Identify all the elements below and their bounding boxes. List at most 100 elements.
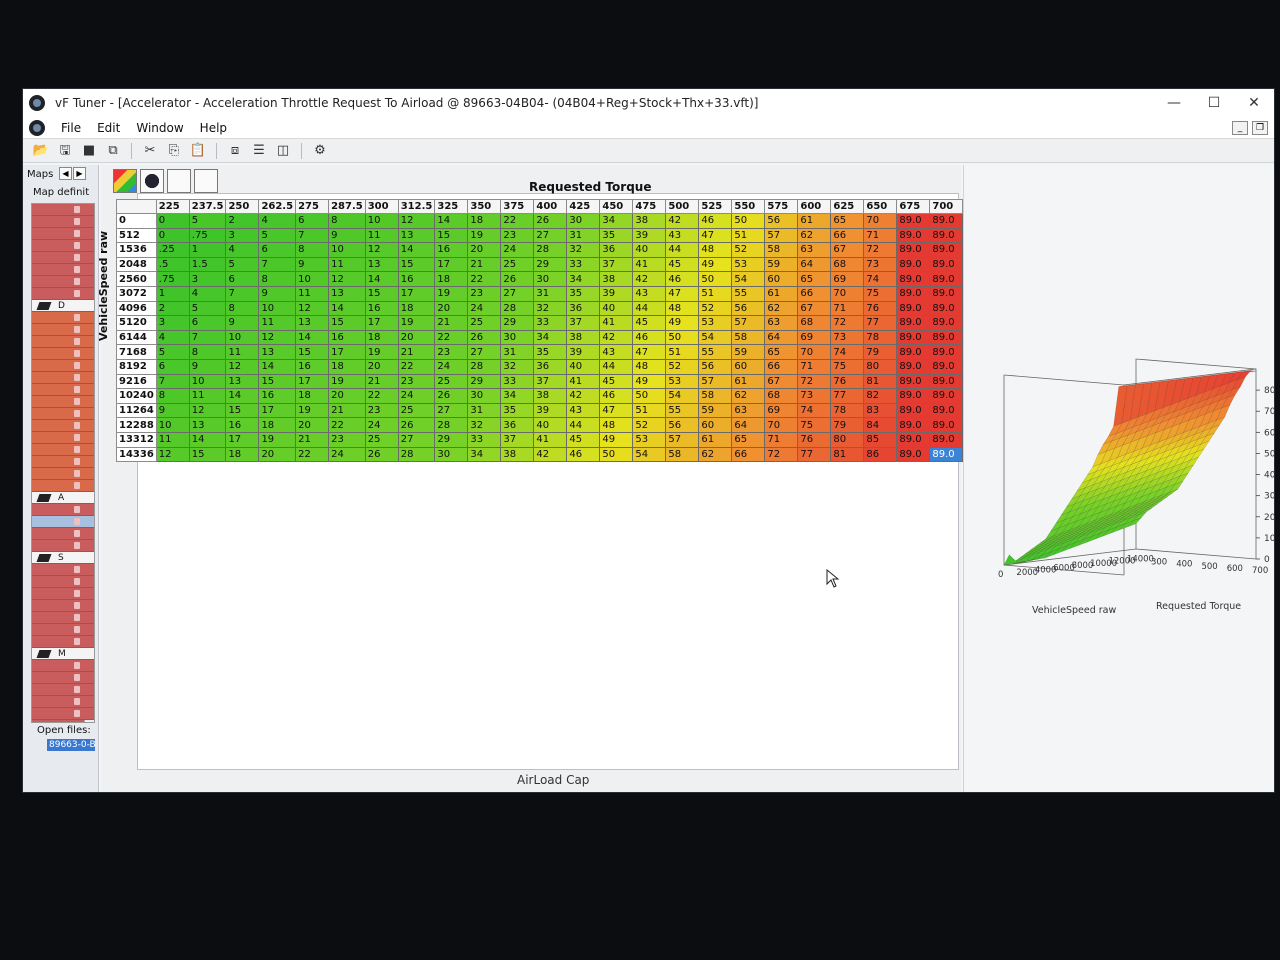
column-header[interactable]: 325	[434, 199, 469, 214]
row-header[interactable]: 0	[116, 213, 157, 229]
map-cell[interactable]: 11	[188, 388, 227, 404]
map-cell[interactable]: 36	[566, 300, 601, 317]
map-cell[interactable]: 0	[155, 213, 190, 229]
map-cell[interactable]: 18	[328, 358, 366, 375]
map-cell[interactable]: 1.5	[188, 256, 227, 273]
map-cell[interactable]: 15	[434, 227, 469, 244]
map-cell[interactable]: 67	[797, 300, 832, 317]
column-header[interactable]: 312.5	[397, 199, 436, 214]
map-cell[interactable]: 31	[533, 285, 568, 302]
map-cell[interactable]: 69	[830, 271, 865, 287]
map-cell[interactable]: 89.0	[929, 271, 964, 287]
map-cell[interactable]: 8	[225, 300, 260, 317]
map-cell[interactable]: 24	[467, 300, 502, 317]
map-cell[interactable]: 24	[397, 388, 436, 404]
map-cell[interactable]: 66	[731, 446, 766, 463]
tree-map-item[interactable]	[32, 348, 94, 360]
map-cell[interactable]: 24	[434, 358, 469, 375]
map-cell[interactable]: 8	[155, 388, 190, 404]
tree-map-item[interactable]	[32, 324, 94, 336]
map-cell[interactable]: 4	[155, 329, 190, 346]
map-cell[interactable]: 89.0	[896, 388, 931, 404]
map-cell[interactable]: 14	[188, 431, 227, 448]
map-cell[interactable]: 44	[665, 242, 700, 258]
map-cell[interactable]: 74	[797, 402, 832, 419]
map-cell[interactable]: 89.0	[929, 402, 964, 419]
map-cell[interactable]: 64	[797, 256, 832, 273]
map-cell[interactable]: 72	[863, 242, 898, 258]
map-cell[interactable]: 18	[434, 271, 469, 287]
map-cell[interactable]: 56	[764, 213, 799, 229]
map-cell[interactable]: 73	[830, 329, 865, 346]
map-cell[interactable]: 6	[188, 315, 227, 331]
map-cell[interactable]: 19	[364, 344, 399, 360]
map-cell[interactable]: 19	[258, 431, 297, 448]
map-cell[interactable]: 57	[731, 315, 766, 331]
map-cell[interactable]: 66	[797, 285, 832, 302]
tree-map-item[interactable]	[32, 312, 94, 324]
map-cell[interactable]: 84	[863, 417, 898, 433]
map-cell[interactable]: 5	[188, 213, 227, 229]
map-cell[interactable]: 45	[632, 315, 667, 331]
map-cell[interactable]: 17	[364, 315, 399, 331]
map-cell[interactable]: 77	[863, 315, 898, 331]
tree-map-item[interactable]	[32, 252, 94, 264]
map-cell[interactable]: 89.0	[929, 344, 964, 360]
map-cell[interactable]: 12	[328, 271, 366, 287]
map-cell[interactable]: 35	[599, 227, 634, 244]
map-cell[interactable]: 83	[863, 402, 898, 419]
map-cell[interactable]: 66	[764, 358, 799, 375]
cascade-icon[interactable]: ⧈	[225, 142, 245, 160]
column-header[interactable]: 600	[797, 199, 832, 214]
tree-map-item[interactable]	[32, 600, 94, 612]
row-header[interactable]: 8192	[116, 358, 157, 375]
map-cell[interactable]: 53	[698, 315, 733, 331]
tree-map-item[interactable]	[32, 588, 94, 600]
map-cell[interactable]: 54	[731, 271, 766, 287]
tree-map-item[interactable]	[32, 624, 94, 636]
row-header[interactable]: 1536	[116, 242, 157, 258]
map-cell[interactable]: 60	[731, 358, 766, 375]
map-cell[interactable]: 58	[731, 329, 766, 346]
map-cell[interactable]: 20	[397, 329, 436, 346]
map-cell[interactable]: 89.0	[896, 300, 931, 317]
map-cell[interactable]: 5	[188, 300, 227, 317]
map-cell[interactable]: 60	[698, 417, 733, 433]
map-cell[interactable]: 51	[632, 402, 667, 419]
gear-icon[interactable]: ⚙	[310, 142, 330, 160]
tree-map-item[interactable]	[32, 240, 94, 252]
map-tree[interactable]: D A S M	[31, 203, 95, 723]
map-cell[interactable]: 77	[797, 446, 832, 463]
map-cell[interactable]: 35	[500, 402, 535, 419]
map-cell[interactable]: 62	[698, 446, 733, 463]
map-cell[interactable]: 24	[328, 446, 366, 463]
map-cell[interactable]: 17	[434, 256, 469, 273]
map-cell[interactable]: 21	[467, 256, 502, 273]
map-cell[interactable]: 44	[632, 300, 667, 317]
map-cell[interactable]: 47	[698, 227, 733, 244]
map-cell[interactable]: 11	[295, 285, 330, 302]
map-cell[interactable]: 89.0	[896, 227, 931, 244]
map-cell[interactable]: 11	[155, 431, 190, 448]
row-header[interactable]: 13312	[116, 431, 157, 448]
column-header[interactable]: 262.5	[258, 199, 297, 214]
map-cell[interactable]: 65	[830, 213, 865, 229]
stop-icon[interactable]: ■	[79, 142, 99, 160]
map-cell[interactable]: 43	[566, 402, 601, 419]
tree-map-item[interactable]	[32, 528, 94, 540]
map-cell[interactable]: 58	[698, 388, 733, 404]
tree-map-item[interactable]	[32, 504, 94, 516]
map-cell[interactable]: 14	[397, 242, 436, 258]
map-cell[interactable]: 24	[500, 242, 535, 258]
map-cell[interactable]: 10	[328, 242, 366, 258]
map-cell[interactable]: 7	[188, 329, 227, 346]
map-cell[interactable]: 9	[155, 402, 190, 419]
map-cell[interactable]: 56	[665, 417, 700, 433]
map-cell[interactable]: 63	[764, 315, 799, 331]
map-cell[interactable]: 9	[258, 285, 297, 302]
map-cell[interactable]: 65	[797, 271, 832, 287]
map-cell[interactable]: 25	[467, 315, 502, 331]
map-cell[interactable]: 81	[830, 446, 865, 463]
map-cell[interactable]: 78	[863, 329, 898, 346]
tree-map-item[interactable]	[32, 480, 94, 492]
